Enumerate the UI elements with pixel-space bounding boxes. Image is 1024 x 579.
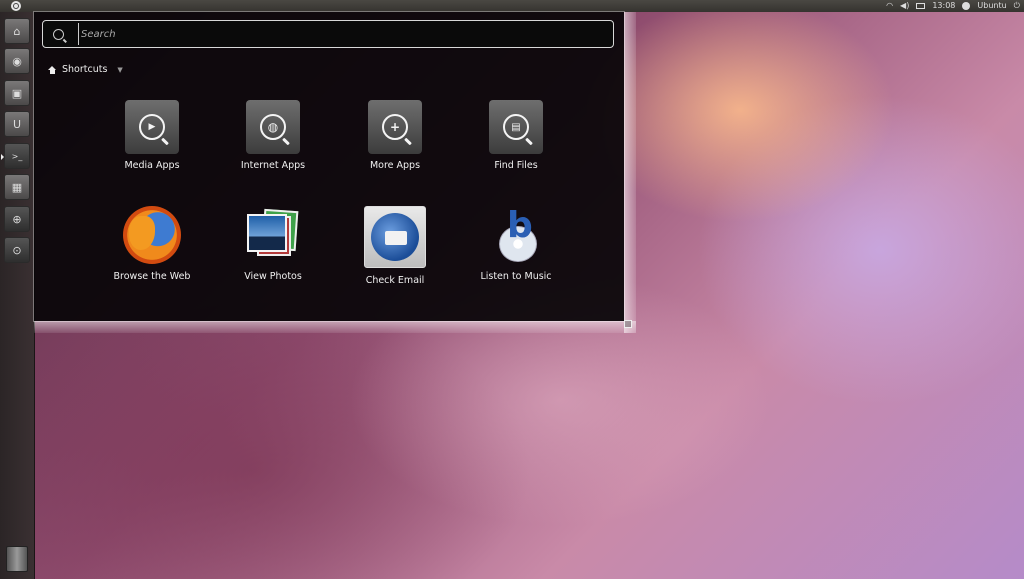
thunderbird-icon	[364, 206, 426, 268]
tile-find-files[interactable]: ▤ Find Files	[466, 100, 566, 171]
tile-check-email[interactable]: Check Email	[345, 206, 445, 286]
file-glyph: ▤	[503, 114, 529, 140]
mail-icon[interactable]	[916, 3, 926, 9]
folder-icon: ⌂	[13, 24, 21, 38]
volume-icon[interactable]: ◀)	[900, 0, 909, 12]
camera-icon: ▣	[11, 86, 23, 100]
tile-label: View Photos	[244, 271, 302, 282]
launcher-item-photos[interactable]: ▣	[4, 80, 30, 106]
resize-grip-icon[interactable]	[624, 320, 632, 328]
workspaces-icon: ▦	[11, 180, 23, 194]
user-name[interactable]: Ubuntu	[977, 0, 1006, 12]
chevron-down-icon[interactable]: ▼	[117, 66, 122, 74]
plus-glyph: +	[382, 114, 408, 140]
search-icon	[53, 28, 64, 40]
tile-label: Browse the Web	[113, 271, 191, 282]
launcher-item-file-lens[interactable]: ⊙	[4, 237, 30, 263]
tile-listen-to-music[interactable]: b Listen to Music	[466, 206, 566, 283]
launcher-item-software-center[interactable]: U	[4, 111, 30, 137]
section-label: Shortcuts	[62, 64, 108, 75]
file-lens-icon: ⊙	[12, 243, 22, 257]
top-panel: ◠ ◀) 13:08 Ubuntu ⏻	[0, 0, 1024, 12]
banshee-icon: b	[487, 206, 545, 264]
tile-browse-the-web[interactable]: Browse the Web	[102, 206, 202, 282]
trash-icon[interactable]	[6, 546, 28, 572]
section-header[interactable]: Shortcuts ▼	[48, 64, 123, 75]
photos-icon	[245, 208, 301, 264]
user-icon[interactable]	[962, 2, 971, 10]
media-lens-icon: ▶	[125, 100, 179, 154]
ubuntu-logo-icon[interactable]	[11, 1, 21, 11]
running-indicator	[1, 154, 4, 160]
tile-internet-apps[interactable]: ◍ Internet Apps	[223, 100, 323, 171]
launcher: ⌂ ◉ ▣ U >_ ▦ ⊕ ⊙	[0, 12, 35, 579]
tile-label: Find Files	[494, 160, 538, 171]
home-icon	[48, 66, 56, 74]
firefox-icon: ◉	[12, 54, 22, 68]
system-tray: ◠ ◀) 13:08 Ubuntu ⏻	[886, 0, 1020, 12]
dash-frame-right	[624, 12, 636, 333]
tile-label: Media Apps	[124, 160, 180, 171]
search-box[interactable]	[42, 20, 614, 48]
tile-more-apps[interactable]: + More Apps	[345, 100, 445, 171]
launcher-item-app-lens[interactable]: ⊕	[4, 206, 30, 232]
launcher-item-workspaces[interactable]: ▦	[4, 174, 30, 200]
internet-lens-icon: ◍	[246, 100, 300, 154]
tile-label: Check Email	[365, 275, 425, 286]
dash-frame-bottom	[34, 321, 636, 333]
tile-label: More Apps	[369, 160, 421, 171]
tile-view-photos[interactable]: View Photos	[223, 208, 323, 282]
tile-label: Internet Apps	[240, 160, 306, 171]
globe-glyph: ◍	[260, 114, 286, 140]
firefox-icon	[123, 206, 181, 264]
dash: Shortcuts ▼ ▶ Media Apps ◍ Internet Apps…	[34, 12, 624, 321]
tile-media-apps[interactable]: ▶ Media Apps	[102, 100, 202, 171]
plus-lens-icon: ⊕	[12, 212, 22, 226]
terminal-icon: >_	[11, 151, 23, 161]
more-apps-lens-icon: +	[368, 100, 422, 154]
bag-icon: U	[12, 117, 22, 131]
play-glyph: ▶	[139, 114, 165, 140]
launcher-item-terminal[interactable]: >_	[1, 143, 30, 169]
clock[interactable]: 13:08	[932, 0, 955, 12]
tile-label: Listen to Music	[480, 271, 552, 282]
search-input[interactable]	[78, 23, 613, 45]
launcher-item-firefox[interactable]: ◉	[4, 48, 30, 74]
launcher-item-home-folder[interactable]: ⌂	[4, 18, 30, 44]
network-icon[interactable]: ◠	[886, 0, 893, 12]
files-lens-icon: ▤	[489, 100, 543, 154]
power-icon[interactable]: ⏻	[1014, 0, 1020, 12]
